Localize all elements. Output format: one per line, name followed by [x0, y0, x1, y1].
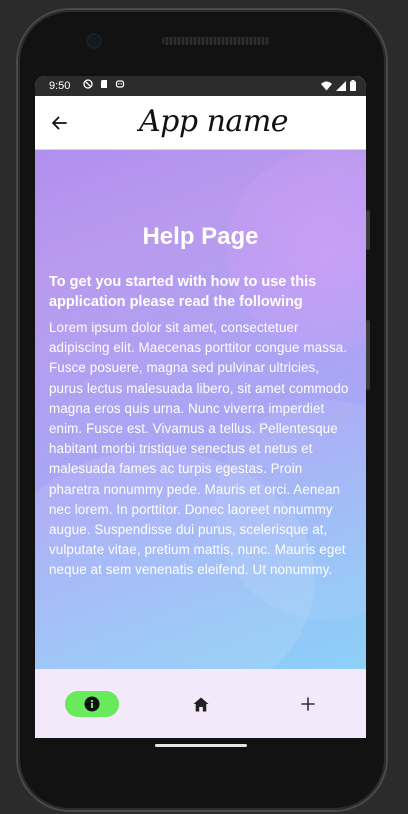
status-time: 9:50 — [49, 80, 71, 92]
status-system-icons — [321, 80, 356, 91]
nav-item-add[interactable] — [293, 691, 323, 717]
wifi-icon — [321, 81, 332, 90]
info-icon — [84, 696, 100, 712]
home-indicator[interactable] — [155, 744, 247, 747]
bottom-navigation — [35, 669, 366, 738]
back-button[interactable] — [47, 111, 71, 135]
power-button — [366, 210, 370, 250]
volume-button — [366, 320, 370, 390]
plus-icon — [301, 697, 315, 711]
page-subtitle: To get you started with how to use this … — [49, 274, 317, 310]
status-bar: 9:50 — [35, 76, 366, 96]
signal-icon — [336, 80, 346, 91]
front-camera — [88, 35, 100, 47]
android-icon — [115, 80, 125, 88]
help-content[interactable]: Help Page To get you started with how to… — [35, 150, 366, 669]
page-title: Help Page — [142, 223, 259, 250]
nav-item-home[interactable] — [186, 691, 216, 717]
earpiece-speaker — [162, 37, 270, 45]
sd-card-icon — [101, 80, 107, 88]
app-title: App name — [139, 104, 289, 139]
help-body-text: Lorem ipsum dolor sit amet, consectetuer… — [49, 320, 349, 578]
nav-item-info[interactable] — [65, 691, 119, 717]
battery-icon — [350, 80, 356, 91]
do-not-disturb-icon — [83, 79, 93, 89]
status-notification-icons — [83, 79, 125, 89]
home-icon — [193, 697, 209, 711]
arrow-left-icon — [52, 116, 67, 130]
app-bar: App name — [35, 96, 366, 150]
screen: 9:50 App name Help Page To get you start… — [35, 76, 366, 738]
